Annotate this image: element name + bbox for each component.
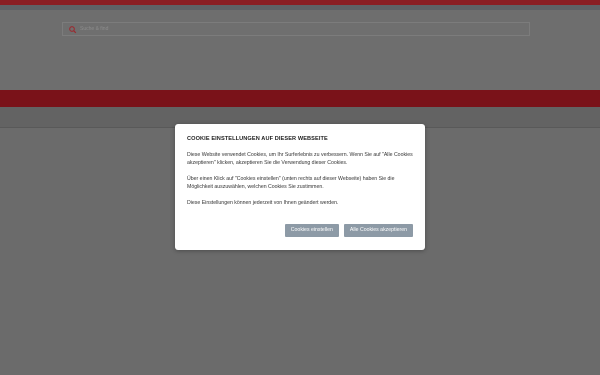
accept-all-cookies-button[interactable]: Alle Cookies akzeptieren xyxy=(343,224,413,237)
cookie-consent-dialog: COOKIE EINSTELLUNGEN AUF DIESER WEBSEITE… xyxy=(175,124,425,250)
dialog-actions: Cookies einstellen Alle Cookies akzeptie… xyxy=(284,224,413,237)
cookie-settings-button[interactable]: Cookies einstellen xyxy=(284,224,339,237)
dialog-paragraph-intro: Diese Website verwendet Cookies, um Ihr … xyxy=(187,152,413,167)
dialog-paragraph-change: Diese Einstellungen können jederzeit von… xyxy=(187,199,339,206)
dialog-title: COOKIE EINSTELLUNGEN AUF DIESER WEBSEITE xyxy=(187,136,328,142)
dialog-paragraph-settings: Über einen Klick auf "Cookies einstellen… xyxy=(187,175,395,191)
